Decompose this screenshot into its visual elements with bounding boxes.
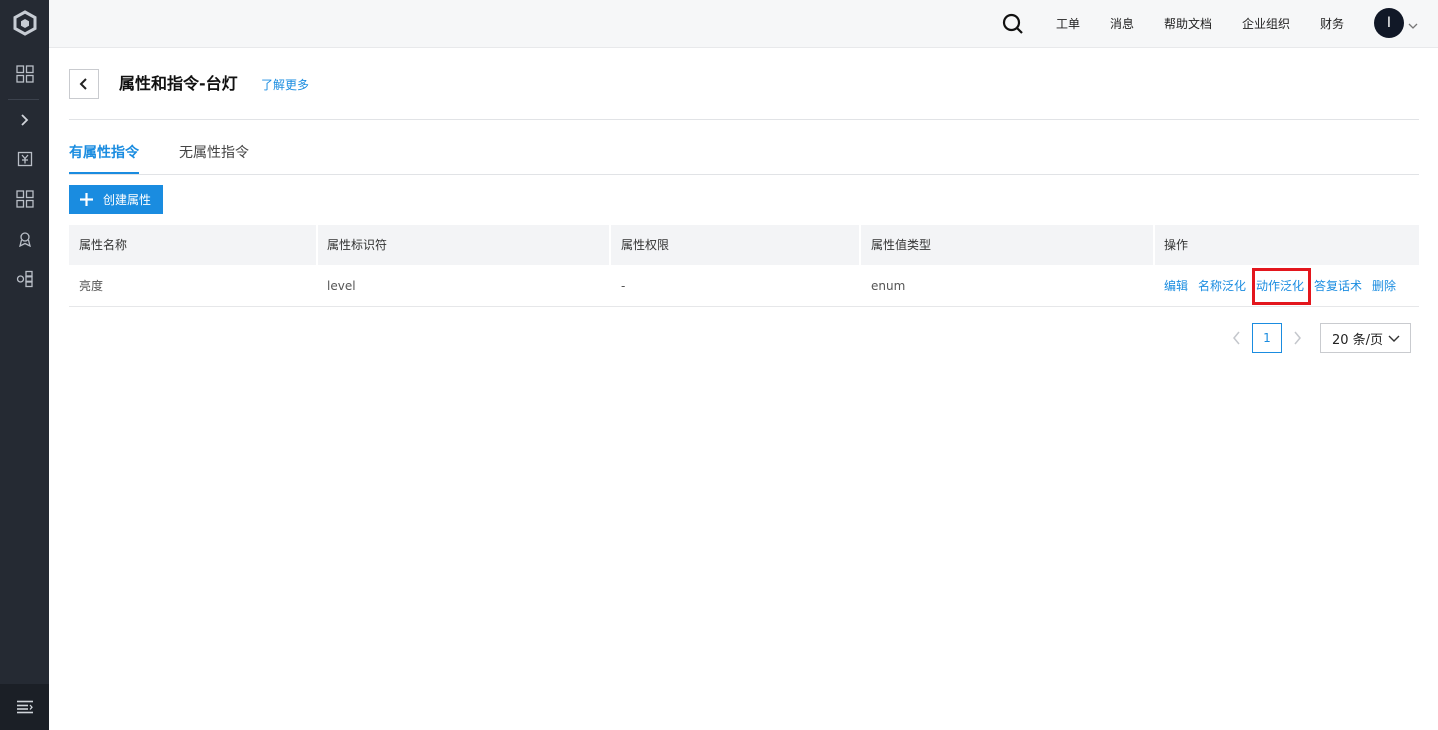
prev-page-button[interactable]: [1228, 328, 1246, 348]
expand-icon[interactable]: [0, 100, 49, 140]
column-header-identifier: 属性标识符: [327, 238, 388, 252]
column-header-value-type: 属性值类型: [871, 238, 932, 252]
plus-icon: [80, 193, 93, 206]
tab-with-attribute[interactable]: 有属性指令: [69, 144, 139, 162]
column-separator: [859, 225, 861, 265]
name-generalization-link[interactable]: 名称泛化: [1198, 278, 1246, 294]
column-header-name: 属性名称: [79, 238, 128, 252]
tab-without-attribute[interactable]: 无属性指令: [179, 144, 249, 162]
cell-permission: -: [621, 279, 626, 293]
avatar[interactable]: I: [1374, 8, 1404, 38]
nav-ticket[interactable]: 工单: [1056, 16, 1080, 32]
nav-help-docs[interactable]: 帮助文档: [1164, 16, 1212, 32]
dashboard-icon[interactable]: [0, 54, 49, 94]
logo-icon[interactable]: [0, 3, 49, 43]
page-size-value: 20 条/页: [1332, 332, 1384, 348]
cell-value-type: enum: [871, 279, 906, 293]
nav-finance[interactable]: 财务: [1320, 16, 1344, 32]
search-icon[interactable]: [1001, 12, 1025, 36]
chevron-down-icon: [1388, 335, 1400, 342]
nav-organization[interactable]: 企业组织: [1242, 16, 1290, 32]
create-attribute-label: 创建属性: [103, 193, 152, 207]
action-generalization-link[interactable]: 动作泛化: [1256, 278, 1304, 294]
page-title: 属性和指令-台灯: [119, 74, 238, 93]
column-separator: [609, 225, 611, 265]
tabs-divider: [69, 174, 1419, 175]
delete-link[interactable]: 删除: [1372, 278, 1396, 294]
column-separator: [1153, 225, 1155, 265]
reply-script-link[interactable]: 答复话术: [1314, 278, 1362, 294]
chevron-left-icon: [79, 78, 87, 90]
divider: [69, 119, 1419, 120]
column-header-permission: 属性权限: [621, 238, 670, 252]
page-number-current[interactable]: 1: [1252, 323, 1282, 353]
page-size-select[interactable]: 20 条/页: [1320, 323, 1411, 353]
apps-icon[interactable]: [0, 179, 49, 219]
column-separator: [316, 225, 318, 265]
badge-icon[interactable]: [0, 219, 49, 259]
back-button[interactable]: [69, 69, 99, 99]
next-page-button[interactable]: [1288, 328, 1306, 348]
chevron-left-icon: [1233, 331, 1240, 345]
avatar-letter: I: [1386, 15, 1392, 31]
chevron-down-icon[interactable]: [1407, 17, 1419, 29]
learn-more-link[interactable]: 了解更多: [261, 77, 309, 93]
nav-messages[interactable]: 消息: [1110, 16, 1134, 32]
column-header-actions: 操作: [1164, 238, 1189, 252]
page-number-label: 1: [1263, 331, 1271, 345]
table-row: 亮度 level - enum 编辑 名称泛化 动作泛化 答复话术 删除: [69, 265, 1419, 307]
table-header: 属性名称 属性标识符 属性权限 属性值类型 操作: [69, 225, 1419, 265]
cell-name: 亮度: [79, 279, 104, 293]
cell-identifier: level: [327, 279, 356, 293]
chevron-right-icon: [1294, 331, 1301, 345]
menu-icon[interactable]: [0, 684, 49, 730]
cube-icon[interactable]: [0, 259, 49, 299]
top-bar: 工单 消息 帮助文档 企业组织 财务 I: [49, 0, 1438, 48]
edit-link[interactable]: 编辑: [1164, 278, 1188, 294]
sidebar: [0, 0, 49, 730]
create-attribute-button[interactable]: 创建属性: [69, 185, 163, 214]
document-icon[interactable]: [0, 139, 49, 179]
